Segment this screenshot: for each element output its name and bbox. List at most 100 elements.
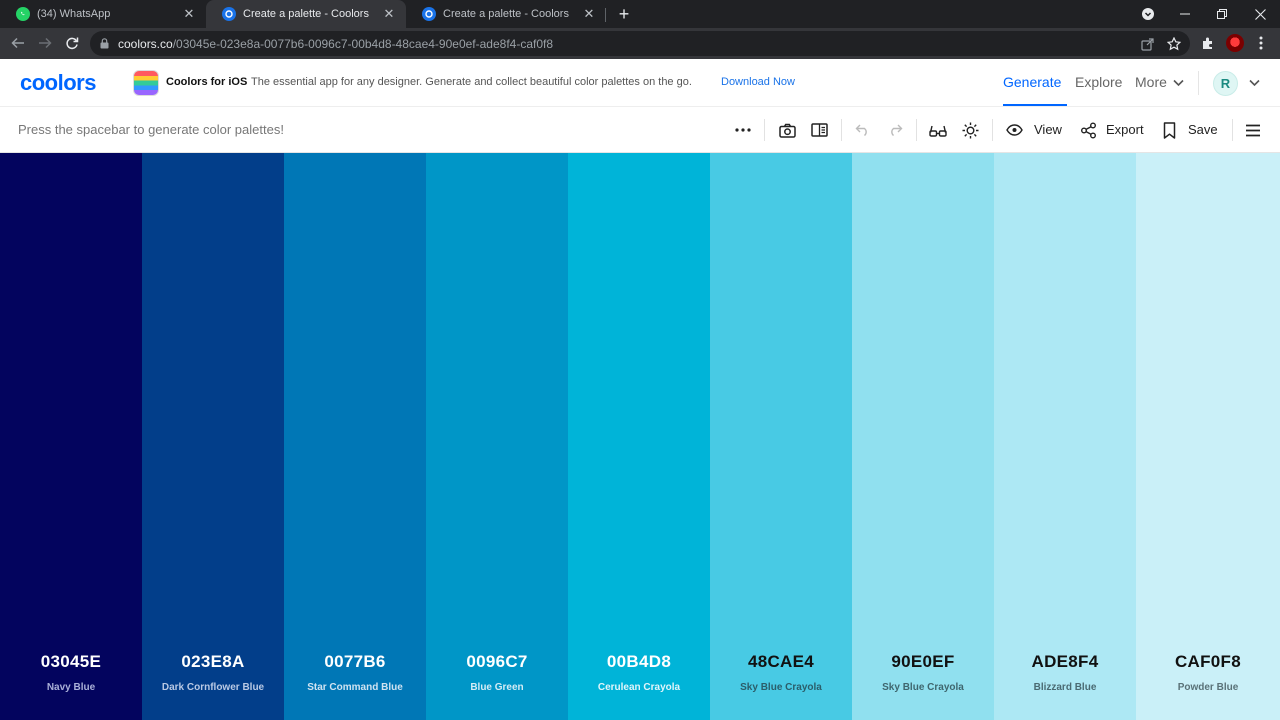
glasses-icon xyxy=(929,125,947,137)
puzzle-icon xyxy=(1202,37,1212,49)
swatch-hex-code[interactable]: 0077B6 xyxy=(284,652,426,672)
nav-more[interactable]: More xyxy=(1135,74,1167,90)
close-tab-icon[interactable]: ✕ xyxy=(382,7,396,21)
swatch-color-name[interactable]: Star Command Blue xyxy=(284,682,426,693)
swatch-hex-code[interactable]: 00B4D8 xyxy=(568,652,710,672)
forward-button[interactable] xyxy=(35,33,55,53)
color-swatch[interactable]: CAF0F8 Powder Blue xyxy=(1136,153,1280,720)
swatch-color-name[interactable]: Blizzard Blue xyxy=(994,682,1136,693)
tab-title: Create a palette - Coolors xyxy=(443,8,569,20)
user-avatar[interactable]: R xyxy=(1213,71,1238,96)
redo-button[interactable] xyxy=(885,120,905,140)
sun-icon xyxy=(962,122,978,138)
profile-button[interactable] xyxy=(1225,33,1245,53)
address-bar[interactable]: coolors.co/03045e-023e8a-0077b6-0096c7-0… xyxy=(90,31,1190,56)
color-swatch[interactable]: 0077B6 Star Command Blue xyxy=(284,153,426,720)
swatch-color-name[interactable]: Powder Blue xyxy=(1136,682,1280,693)
coolors-favicon-icon xyxy=(222,7,236,21)
color-blindness-button[interactable] xyxy=(928,120,948,140)
tab-divider xyxy=(605,8,606,22)
download-now-link[interactable]: Download Now xyxy=(721,76,795,88)
chevron-down-circle-icon xyxy=(1142,8,1154,20)
share-nodes-icon[interactable] xyxy=(1078,120,1098,140)
close-tab-icon[interactable]: ✕ xyxy=(182,7,196,21)
coolors-logo[interactable]: coolors xyxy=(20,70,96,96)
chevron-down-icon[interactable] xyxy=(1173,79,1184,87)
minimize-button[interactable] xyxy=(1167,0,1203,28)
color-swatch[interactable]: 00B4D8 Cerulean Crayola xyxy=(568,153,710,720)
extensions-button[interactable] xyxy=(1198,33,1218,53)
color-swatch[interactable]: 0096C7 Blue Green xyxy=(426,153,568,720)
whatsapp-icon xyxy=(16,7,30,21)
tab-search-button[interactable] xyxy=(1130,0,1166,28)
color-swatch[interactable]: ADE8F4 Blizzard Blue xyxy=(994,153,1136,720)
bookmark-icon[interactable] xyxy=(1159,120,1179,140)
bookmark-star-icon[interactable] xyxy=(1166,36,1182,52)
swatch-hex-code[interactable]: 90E0EF xyxy=(852,652,994,672)
swatch-hex-code[interactable]: 03045E xyxy=(0,652,142,672)
coolors-header: coolors Coolors for iOS The essential ap… xyxy=(0,59,1280,107)
browser-tab-whatsapp[interactable]: (34) WhatsApp ✕ xyxy=(0,0,206,28)
url-path: /03045e-023e8a-0077b6-0096c7-00b4d8-48ca… xyxy=(172,37,554,51)
close-tab-icon[interactable]: ✕ xyxy=(582,7,596,21)
swatch-color-name[interactable]: Sky Blue Crayola xyxy=(710,682,852,693)
swatch-color-name[interactable]: Navy Blue xyxy=(0,682,142,693)
account-chevron-down-icon[interactable] xyxy=(1249,79,1260,87)
tab-title: Create a palette - Coolors xyxy=(243,8,369,20)
toolbar-divider xyxy=(1232,119,1233,141)
toggle-sidebar-button[interactable] xyxy=(809,120,829,140)
new-tab-button[interactable]: + xyxy=(614,4,634,24)
undo-icon xyxy=(855,124,867,136)
lock-icon xyxy=(100,38,109,49)
browser-tab-strip: (34) WhatsApp ✕ Create a palette - Coolo… xyxy=(0,0,1280,28)
camera-icon xyxy=(778,123,796,138)
swatch-hex-code[interactable]: CAF0F8 xyxy=(1136,652,1280,672)
eye-icon xyxy=(1005,124,1023,136)
view-button[interactable]: View xyxy=(1034,122,1062,137)
swatch-color-name[interactable]: Blue Green xyxy=(426,682,568,693)
swatch-hex-code[interactable]: ADE8F4 xyxy=(994,652,1136,672)
url-text: coolors.co/03045e-023e8a-0077b6-0096c7-0… xyxy=(118,37,553,51)
color-swatch[interactable]: 48CAE4 Sky Blue Crayola xyxy=(710,153,852,720)
swatch-hex-code[interactable]: 48CAE4 xyxy=(710,652,852,672)
color-swatch[interactable]: 023E8A Dark Cornflower Blue xyxy=(142,153,284,720)
ios-promo-title[interactable]: Coolors for iOS xyxy=(166,76,247,88)
swatch-hex-code[interactable]: 023E8A xyxy=(142,652,284,672)
browser-tab-coolors-active[interactable]: Create a palette - Coolors ✕ xyxy=(206,0,406,28)
restore-button[interactable] xyxy=(1204,0,1240,28)
redo-icon xyxy=(891,124,903,136)
save-button[interactable]: Save xyxy=(1188,122,1218,137)
bookmark-outline-icon xyxy=(1163,121,1175,139)
color-swatch[interactable]: 90E0EF Sky Blue Crayola xyxy=(852,153,994,720)
nav-generate[interactable]: Generate xyxy=(1003,74,1061,90)
swatch-hex-code[interactable]: 0096C7 xyxy=(426,652,568,672)
more-horizontal-icon xyxy=(735,128,751,132)
nav-explore[interactable]: Explore xyxy=(1075,74,1122,90)
close-window-button[interactable] xyxy=(1242,0,1278,28)
swatch-color-name[interactable]: Dark Cornflower Blue xyxy=(142,682,284,693)
share-icon[interactable] xyxy=(1139,36,1155,52)
view-eye-icon[interactable] xyxy=(1004,120,1024,140)
export-image-button[interactable] xyxy=(777,120,797,140)
tab-title: (34) WhatsApp xyxy=(37,8,111,20)
header-divider xyxy=(1198,71,1199,95)
share-icon xyxy=(1080,122,1096,138)
swatch-color-name[interactable]: Sky Blue Crayola xyxy=(852,682,994,693)
hamburger-menu-button[interactable] xyxy=(1243,120,1263,140)
reload-button[interactable] xyxy=(62,33,82,53)
export-button[interactable]: Export xyxy=(1106,122,1144,137)
browser-menu-button[interactable] xyxy=(1251,33,1271,53)
color-swatch[interactable]: 03045E Navy Blue xyxy=(0,153,142,720)
toolbar-divider xyxy=(992,119,993,141)
ios-app-icon[interactable] xyxy=(133,70,159,96)
undo-button[interactable] xyxy=(853,120,873,140)
arrow-left-icon xyxy=(11,37,24,49)
coolors-favicon-icon xyxy=(422,7,436,21)
adjust-palette-button[interactable] xyxy=(960,120,980,140)
browser-tab-coolors[interactable]: Create a palette - Coolors ✕ xyxy=(406,0,606,28)
spacebar-hint: Press the spacebar to generate color pal… xyxy=(18,122,284,137)
swatch-color-name[interactable]: Cerulean Crayola xyxy=(568,682,710,693)
back-button[interactable] xyxy=(8,33,28,53)
generator-toolbar: Press the spacebar to generate color pal… xyxy=(0,107,1280,153)
more-options-button[interactable] xyxy=(733,120,753,140)
